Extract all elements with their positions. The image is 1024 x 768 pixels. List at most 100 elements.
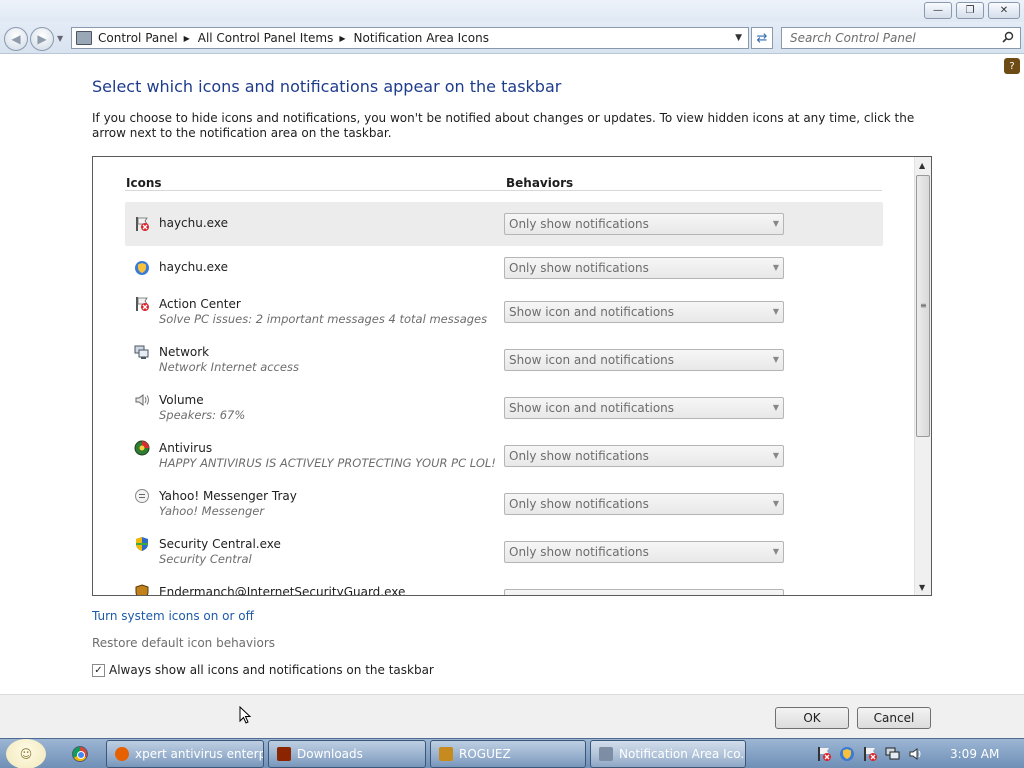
address-dropdown-icon[interactable]: ▼ [735, 33, 742, 43]
minimize-button[interactable]: — [924, 2, 952, 19]
behavior-value: Only show notifications [509, 449, 649, 463]
behavior-select[interactable] [504, 589, 784, 595]
forward-arrow-icon: ▶ [37, 32, 47, 46]
behavior-select[interactable]: Only show notifications ▼ [504, 445, 784, 467]
item-name: haychu.exe [159, 216, 228, 230]
taskbar-button-downloads[interactable]: Downloads [268, 740, 426, 768]
behavior-value: Only show notifications [509, 261, 649, 275]
flag-red-x-icon[interactable] [862, 746, 878, 762]
item-name: haychu.exe [159, 260, 228, 274]
breadcrumb-arrow-icon[interactable]: ▶ [184, 34, 190, 43]
behavior-select[interactable]: Show icon and notifications ▼ [504, 349, 784, 371]
scrollbar-thumb[interactable]: ≡ [916, 175, 930, 437]
breadcrumb-notification-area-icons[interactable]: Notification Area Icons [354, 31, 489, 45]
maximize-button[interactable]: ❐ [956, 2, 984, 19]
breadcrumb-all-items[interactable]: All Control Panel Items [198, 31, 334, 45]
chrome-icon[interactable] [72, 746, 88, 762]
network-icon [134, 344, 150, 360]
behavior-select[interactable]: Only show notifications ▼ [504, 213, 784, 235]
speaker-icon[interactable] [908, 746, 924, 762]
breadcrumb-arrow-icon[interactable]: ▶ [339, 34, 345, 43]
start-orb-icon: ☺ [19, 747, 33, 761]
restore-defaults-link[interactable]: Restore default icon behaviors [92, 636, 275, 650]
behavior-select[interactable]: Only show notifications ▼ [504, 493, 784, 515]
refresh-button[interactable]: ⇄ [751, 27, 773, 49]
behavior-value: Show icon and notifications [509, 353, 675, 367]
list-item[interactable]: Action Center Solve PC issues: 2 importa… [125, 290, 883, 334]
search-placeholder: Search Control Panel [790, 31, 916, 45]
cancel-button[interactable]: Cancel [857, 707, 931, 729]
taskbar-clock[interactable]: 3:09 AM [950, 747, 999, 761]
forward-button[interactable]: ▶ [30, 27, 54, 51]
taskbar: ☺ xpert antivirus enterp... Downloads RO… [0, 738, 1024, 768]
refresh-icon: ⇄ [756, 30, 768, 46]
firefox-icon [115, 747, 129, 761]
dialog-footer: OK Cancel [0, 694, 1024, 738]
recent-pages-dropdown-icon[interactable]: ▼ [57, 34, 63, 43]
taskbar-button-antivirus[interactable]: xpert antivirus enterp... [106, 740, 264, 768]
icon-behavior-list: Icons Behaviors haychu.exe Only show not… [92, 156, 932, 596]
always-show-checkbox[interactable]: ✓ [92, 663, 105, 677]
shield-icon[interactable] [839, 746, 855, 762]
column-header-behaviors: Behaviors [506, 176, 574, 190]
flag-red-x-icon [134, 296, 150, 312]
item-name: Endermanch@InternetSecurityGuard.exe [159, 585, 406, 596]
taskbar-button-notification-area[interactable]: Notification Area Ico... [590, 740, 746, 768]
ok-button[interactable]: OK [775, 707, 849, 729]
behavior-select[interactable]: Show icon and notifications ▼ [504, 301, 784, 323]
grip-icon: ≡ [920, 301, 927, 310]
start-button[interactable]: ☺ [6, 739, 46, 768]
list-item[interactable]: haychu.exe Only show notifications ▼ [125, 246, 883, 290]
back-button[interactable]: ◀ [4, 27, 28, 51]
behavior-value: Show icon and notifications [509, 401, 675, 415]
taskbar-button-roguez[interactable]: ROGUEZ [430, 740, 586, 768]
chevron-down-icon: ▼ [772, 263, 779, 272]
scroll-up-icon[interactable]: ▲ [919, 161, 925, 170]
behavior-select[interactable]: Show icon and notifications ▼ [504, 397, 784, 419]
list-item[interactable]: Endermanch@InternetSecurityGuard.exe [125, 578, 883, 596]
item-name: Antivirus [159, 441, 213, 455]
scroll-down-icon[interactable]: ▼ [919, 583, 925, 592]
chevron-down-icon: ▼ [772, 307, 779, 316]
search-input[interactable]: Search Control Panel [781, 27, 1021, 49]
vertical-scrollbar[interactable]: ▲ ≡ ▼ [914, 157, 931, 595]
rogue-icon [439, 747, 453, 761]
always-show-option[interactable]: ✓ Always show all icons and notification… [92, 663, 434, 677]
address-bar[interactable]: Control Panel ▶ All Control Panel Items … [71, 27, 749, 49]
turn-system-icons-link[interactable]: Turn system icons on or off [92, 609, 254, 623]
list-item[interactable]: Volume Speakers: 67% Show icon and notif… [125, 386, 883, 430]
network-icon[interactable] [885, 746, 901, 762]
chevron-down-icon: ▼ [772, 451, 779, 460]
search-icon[interactable] [1002, 31, 1014, 43]
chevron-down-icon: ▼ [772, 547, 779, 556]
item-description: Network Internet access [159, 360, 299, 374]
breadcrumb-control-panel[interactable]: Control Panel [98, 31, 178, 45]
behavior-select[interactable]: Only show notifications ▼ [504, 541, 784, 563]
list-item[interactable]: Yahoo! Messenger Tray Yahoo! Messenger O… [125, 482, 883, 526]
flag-red-x-icon [134, 216, 150, 232]
control-panel-icon [76, 31, 92, 45]
item-name: Network [159, 345, 210, 359]
security-shield-icon [134, 536, 150, 552]
list-item[interactable]: Security Central.exe Security Central On… [125, 530, 883, 574]
list-item[interactable]: Antivirus HAPPY ANTIVIRUS IS ACTIVELY PR… [125, 434, 883, 478]
chevron-down-icon: ▼ [772, 219, 779, 228]
chevron-down-icon: ▼ [772, 403, 779, 412]
page-title: Select which icons and notifications app… [92, 77, 562, 96]
list-item[interactable]: haychu.exe Only show notifications ▼ [125, 202, 883, 246]
close-button[interactable]: ✕ [988, 2, 1020, 19]
item-name: Volume [159, 393, 204, 407]
shield-icon [134, 260, 150, 276]
taskbar-button-label: xpert antivirus enterp... [135, 747, 264, 761]
mouse-cursor-icon [239, 706, 251, 724]
item-description: Yahoo! Messenger [159, 504, 265, 518]
control-panel-icon [599, 747, 613, 761]
help-icon[interactable]: ? [1004, 58, 1020, 74]
list-item[interactable]: Network Network Internet access Show ico… [125, 338, 883, 382]
action-center-flag-icon[interactable] [816, 746, 832, 762]
chevron-down-icon: ▼ [772, 355, 779, 364]
item-description: HAPPY ANTIVIRUS IS ACTIVELY PROTECTING Y… [159, 456, 496, 470]
behavior-select[interactable]: Only show notifications ▼ [504, 257, 784, 279]
always-show-label[interactable]: Always show all icons and notifications … [109, 663, 434, 677]
antivirus-icon [134, 440, 150, 456]
